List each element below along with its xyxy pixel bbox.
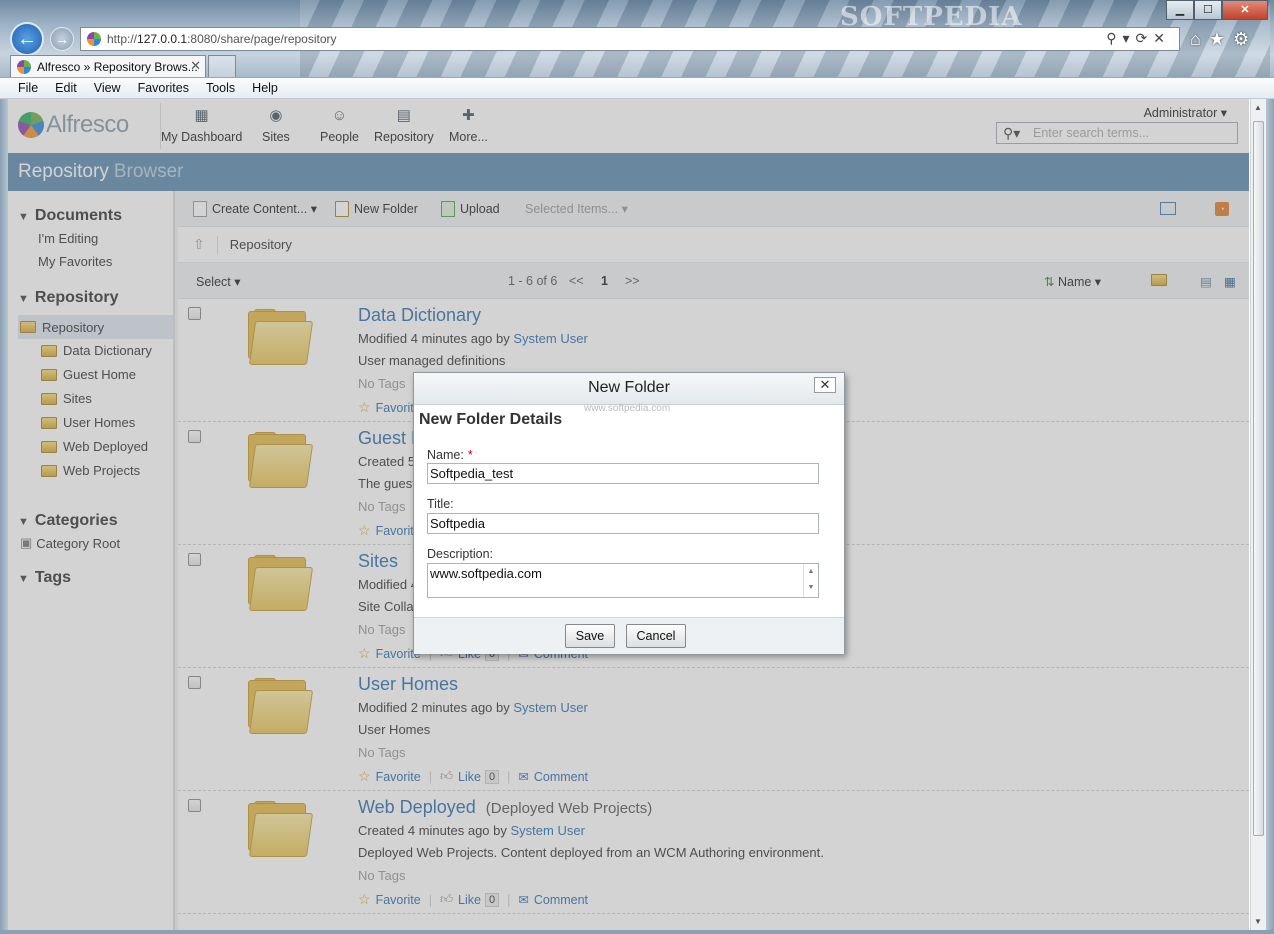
- description-label: Description:: [427, 547, 493, 561]
- menu-file[interactable]: File: [18, 81, 38, 95]
- browser-toolbar-icons[interactable]: ⌂★⚙: [1190, 29, 1257, 50]
- tab-title: Alfresco » Repository Brows...: [37, 59, 198, 74]
- menu-favorites[interactable]: Favorites: [138, 81, 189, 95]
- new-folder-dialog: New Folder ✕ www.softpedia.com New Folde…: [413, 372, 845, 654]
- window-frame-right: [1266, 99, 1274, 934]
- window-frame-bottom: [0, 930, 1274, 934]
- tools-gear-icon[interactable]: ⚙: [1233, 29, 1257, 49]
- required-marker: *: [467, 448, 473, 462]
- url-path: :8080/share/page/repository: [187, 32, 337, 46]
- forward-button[interactable]: →: [50, 27, 74, 51]
- textarea-scrollbar[interactable]: ▲ ▼: [803, 564, 818, 597]
- close-window-button[interactable]: ✕: [1222, 0, 1268, 20]
- menu-help[interactable]: Help: [252, 81, 278, 95]
- menu-view[interactable]: View: [94, 81, 121, 95]
- minimize-button[interactable]: ▁: [1166, 0, 1194, 20]
- name-field[interactable]: Softpedia_test: [427, 463, 819, 484]
- page-scrollbar[interactable]: ▲ ▼: [1250, 99, 1266, 930]
- label-text: Name:: [427, 448, 464, 462]
- scroll-down-arrow-icon[interactable]: ▼: [1254, 917, 1262, 926]
- description-value: www.softpedia.com: [430, 566, 542, 581]
- window-frame-left: [0, 99, 8, 934]
- favorites-star-icon[interactable]: ★: [1209, 29, 1233, 49]
- new-tab-button[interactable]: [208, 55, 236, 77]
- maximize-button[interactable]: ☐: [1194, 0, 1222, 20]
- name-label: Name: *: [427, 448, 473, 462]
- save-button[interactable]: Save: [565, 624, 615, 648]
- site-favicon-icon: [87, 32, 101, 46]
- cancel-button[interactable]: Cancel: [626, 624, 686, 648]
- browser-tab[interactable]: Alfresco » Repository Brows... ✕: [10, 55, 206, 77]
- window-controls: ▁ ☐ ✕: [1166, 0, 1268, 20]
- title-field[interactable]: Softpedia: [427, 513, 819, 534]
- browser-menubar: File Edit View Favorites Tools Help: [0, 77, 1274, 99]
- tab-favicon-icon: [17, 59, 31, 74]
- description-field[interactable]: www.softpedia.com ▲ ▼: [427, 563, 819, 598]
- address-bar[interactable]: http://127.0.0.1:8080/share/page/reposit…: [80, 27, 1180, 51]
- dialog-header: New Folder ✕: [414, 373, 844, 405]
- back-button[interactable]: ←: [10, 22, 44, 56]
- address-bar-icons[interactable]: ⚲▾⟳✕: [1106, 30, 1171, 47]
- url-prefix: http://: [107, 32, 138, 46]
- home-icon[interactable]: ⌂: [1190, 29, 1209, 49]
- url-host: 127.0.0.1: [137, 32, 188, 46]
- dialog-title: New Folder: [588, 379, 670, 396]
- title-label: Title:: [427, 497, 454, 511]
- menu-edit[interactable]: Edit: [55, 81, 77, 95]
- dialog-watermark: www.softpedia.com: [584, 403, 671, 414]
- menu-tools[interactable]: Tools: [206, 81, 235, 95]
- scroll-up-arrow-icon[interactable]: ▲: [1254, 103, 1262, 112]
- dialog-close-button[interactable]: ✕: [814, 377, 836, 393]
- scrollbar-thumb[interactable]: [1253, 121, 1264, 836]
- page-viewport: Alfresco ▦ My Dashboard ◉ Sites ☺ People…: [8, 99, 1249, 930]
- tab-close-icon[interactable]: ✕: [190, 58, 201, 74]
- dialog-footer: Save Cancel: [414, 617, 844, 654]
